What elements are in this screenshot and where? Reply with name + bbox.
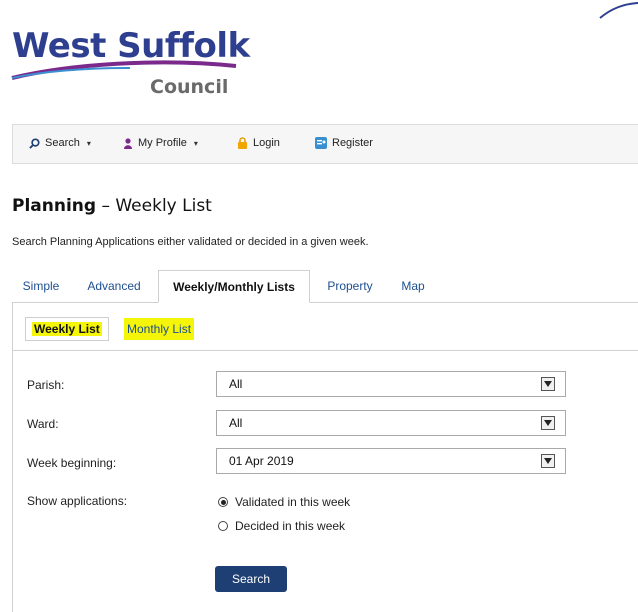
radio-decided[interactable]: Decided in this week	[218, 519, 345, 533]
chevron-down-icon: ▾	[193, 138, 198, 148]
show-applications-label: Show applications:	[27, 494, 128, 508]
search-button[interactable]: Search	[215, 566, 287, 592]
page-title: Planning – Weekly List	[12, 196, 212, 216]
week-beginning-label: Week beginning:	[27, 456, 117, 470]
user-icon	[124, 137, 132, 149]
radio-validated-input[interactable]	[218, 497, 228, 507]
nav-register[interactable]: Register	[315, 137, 373, 149]
register-icon	[315, 137, 327, 149]
ward-select[interactable]: All	[216, 410, 566, 436]
subtab-weekly-list-label: Weekly List	[32, 322, 102, 336]
nav-my-profile[interactable]: My Profile ▾	[123, 137, 198, 149]
page-title-rest: – Weekly List	[96, 196, 212, 216]
nav-search-label: Search	[45, 137, 80, 149]
radio-decided-input[interactable]	[218, 521, 228, 531]
radio-decided-label: Decided in this week	[235, 519, 346, 533]
nav-my-profile-label: My Profile	[138, 137, 187, 149]
subtab-monthly-list[interactable]: Monthly List	[124, 318, 195, 340]
radio-validated-label: Validated in this week	[235, 495, 351, 509]
chevron-down-icon	[541, 454, 555, 468]
page-description: Search Planning Applications either vali…	[12, 236, 369, 248]
chevron-down-icon: ▾	[86, 138, 91, 148]
list-subtabs: Weekly List Monthly List	[13, 302, 638, 351]
tab-weekly-monthly-lists[interactable]: Weekly/Monthly Lists	[158, 270, 310, 303]
week-beginning-select[interactable]: 01 Apr 2019	[216, 448, 566, 474]
logo-subtitle: Council	[150, 76, 229, 98]
nav-login-label: Login	[253, 137, 280, 149]
chevron-down-icon	[541, 416, 555, 430]
nav-register-label: Register	[332, 137, 373, 149]
page-title-bold: Planning	[12, 196, 97, 216]
parish-label: Parish:	[27, 378, 65, 392]
lock-icon	[238, 137, 247, 149]
nav-login[interactable]: Login	[237, 137, 280, 149]
tab-property[interactable]: Property	[316, 270, 384, 302]
tab-map[interactable]: Map	[390, 270, 436, 302]
corner-swoosh-icon	[599, 2, 638, 19]
search-icon	[29, 137, 40, 149]
top-navbar: Search ▾ My Profile ▾ Login Register	[12, 124, 638, 164]
ward-label: Ward:	[27, 417, 59, 431]
council-logo[interactable]: West Suffolk Council	[10, 26, 270, 106]
nav-search[interactable]: Search ▾	[29, 137, 91, 149]
search-tabs: Simple Advanced Weekly/Monthly Lists Pro…	[12, 270, 638, 303]
ward-select-value: All	[229, 416, 243, 430]
parish-select[interactable]: All	[216, 371, 566, 397]
radio-selected-dot	[220, 499, 226, 505]
tab-simple[interactable]: Simple	[12, 270, 70, 302]
chevron-down-icon	[541, 377, 555, 391]
tab-advanced[interactable]: Advanced	[76, 270, 152, 302]
week-beginning-value: 01 Apr 2019	[229, 454, 294, 468]
weekly-list-panel: Weekly List Monthly List Parish: All War…	[12, 302, 638, 612]
radio-validated[interactable]: Validated in this week	[218, 495, 350, 509]
parish-select-value: All	[229, 377, 243, 391]
subtab-weekly-list[interactable]: Weekly List	[25, 317, 109, 341]
